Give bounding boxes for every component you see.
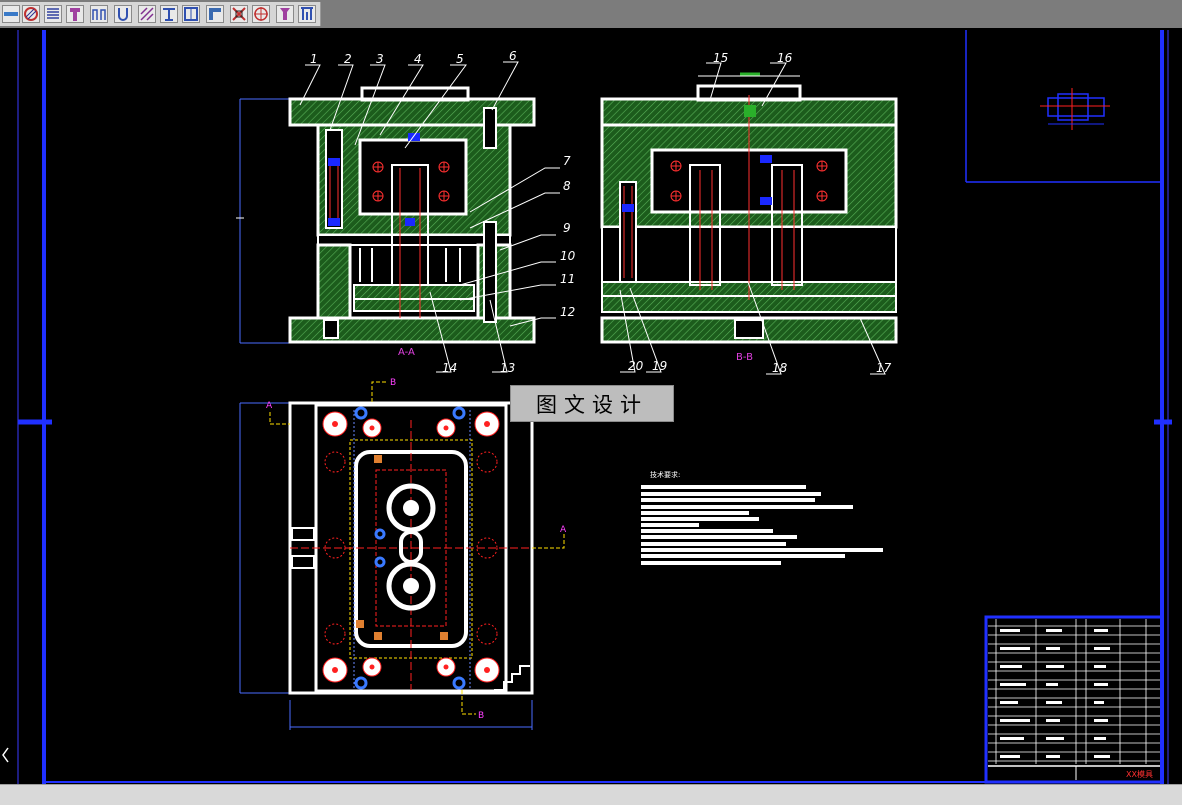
part-number-3: 3 — [376, 52, 384, 66]
part-number-7: 7 — [563, 154, 571, 168]
section-mark-a-left: A — [266, 401, 273, 411]
part-number-14: 14 — [442, 361, 457, 375]
dimension-icon[interactable] — [230, 5, 248, 23]
toolbar-strip — [0, 2, 321, 26]
beam-icon[interactable] — [160, 5, 178, 23]
channel-icon[interactable] — [206, 5, 224, 23]
technical-requirements: 技术要求: — [641, 470, 883, 565]
chevron-left-icon[interactable] — [2, 747, 9, 763]
screw-icon[interactable] — [276, 5, 294, 23]
part-number-9: 9 — [563, 221, 571, 235]
diagonal-hatch-icon[interactable] — [138, 5, 156, 23]
frame-icon[interactable] — [182, 5, 200, 23]
section-mark-b-bottom: B — [478, 711, 484, 721]
stripes-icon[interactable] — [44, 5, 62, 23]
part-number-11: 11 — [560, 272, 575, 286]
part-number-12: 12 — [560, 305, 575, 319]
cad-toolbar — [0, 0, 1182, 28]
part-number-5: 5 — [456, 52, 464, 66]
watermark-text: 图文设计 — [536, 392, 648, 417]
split-icon[interactable] — [298, 5, 316, 23]
crosshair-icon[interactable] — [252, 5, 270, 23]
part-number-2: 2 — [344, 52, 352, 66]
magnet-icon[interactable] — [114, 5, 132, 23]
part-number-20: 20 — [628, 359, 644, 373]
part-number-17: 17 — [876, 361, 892, 375]
part-number-1: 1 — [310, 52, 318, 66]
bolt-icon[interactable] — [66, 5, 84, 23]
line-tool-icon[interactable] — [2, 5, 20, 23]
status-bar — [0, 784, 1182, 805]
part-number-19: 19 — [652, 359, 667, 373]
section-aa-label: A-A — [398, 347, 415, 358]
section-bb-label: B-B — [736, 352, 753, 363]
part-detail-view — [1040, 88, 1110, 130]
part-number-16: 16 — [777, 51, 793, 65]
part-number-13: 13 — [500, 361, 515, 375]
part-number-10: 10 — [560, 249, 576, 263]
part-number-6: 6 — [509, 49, 517, 63]
plan-view: A A B B — [239, 378, 567, 730]
tech-requirements-title: 技术要求: — [650, 470, 680, 479]
part-number-18: 18 — [772, 361, 788, 375]
title-block-name: XX模具 — [1126, 769, 1153, 779]
part-number-15: 15 — [713, 51, 728, 65]
part-number-8: 8 — [563, 179, 571, 193]
section-mark-b-top: B — [390, 378, 396, 388]
section-mark-a-right: A — [560, 525, 567, 535]
section-bb-view — [600, 72, 898, 344]
watermark-badge: 图文设计 — [510, 385, 674, 422]
part-number-4: 4 — [414, 52, 422, 66]
title-block: XX模具 — [984, 615, 1164, 784]
hatch-icon[interactable] — [22, 5, 40, 23]
slot-icon[interactable] — [90, 5, 108, 23]
